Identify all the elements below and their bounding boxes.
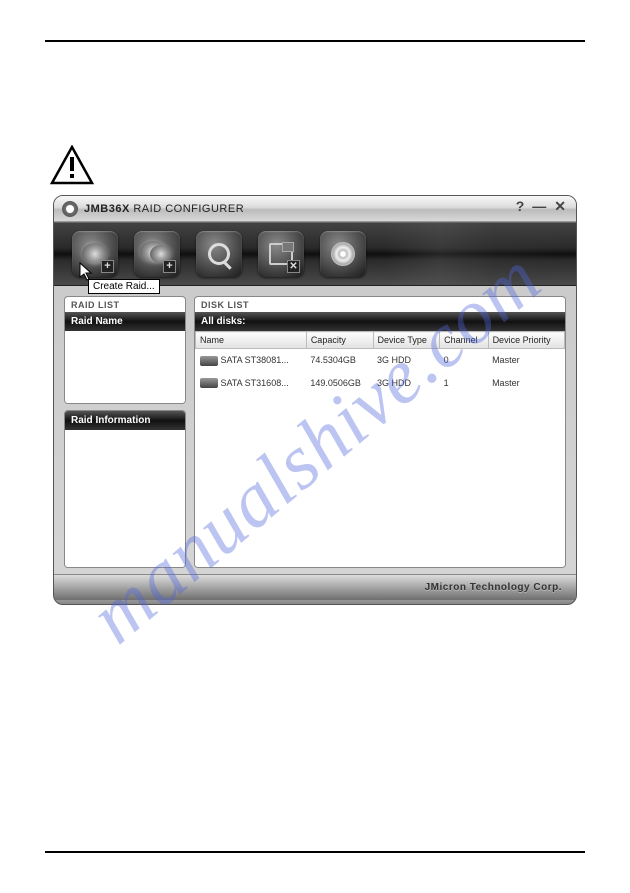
create-raid-from-button[interactable]: + <box>134 231 180 277</box>
cd-icon <box>331 242 355 266</box>
hdd-icon <box>200 356 218 366</box>
cell-device-type: 3G HDD <box>373 349 440 372</box>
cell-priority: Master <box>488 372 564 395</box>
content-area: Raid List Raid Name Raid Information Dis… <box>54 286 576 574</box>
disk-table-body[interactable]: Name Capacity Device Type Channel Device… <box>195 331 565 567</box>
cell-channel: 1 <box>440 372 488 395</box>
raid-info-body[interactable] <box>65 430 185 567</box>
all-disks-header: All disks: <box>195 312 565 331</box>
footer: JMicron Technology Corp. <box>54 574 576 600</box>
raid-list-panel: Raid List Raid Name <box>64 296 186 404</box>
col-device-type[interactable]: Device Type <box>373 332 440 349</box>
disk-list-title: Disk List <box>195 297 565 312</box>
badge-icon: ✕ <box>287 260 300 273</box>
close-button[interactable]: ✕ <box>554 198 566 215</box>
page-rule-bottom <box>45 851 585 853</box>
disc-button[interactable] <box>320 231 366 277</box>
plus-icon: + <box>101 260 114 273</box>
col-channel[interactable]: Channel <box>440 332 488 349</box>
plus-icon: + <box>163 260 176 273</box>
raid-info-panel: Raid Information <box>64 410 186 568</box>
create-raid-button[interactable]: + <box>72 231 118 277</box>
raid-list-title: Raid List <box>65 297 185 312</box>
window-title: JMB36X RAID CONFIGURER <box>84 203 244 215</box>
raid-info-header: Raid Information <box>65 411 185 430</box>
title-rest: RAID CONFIGURER <box>130 203 244 215</box>
toolbar: + + ✕ Create Raid... <box>54 222 576 286</box>
toolbar-tooltip: Create Raid... <box>88 279 160 294</box>
footer-text: JMicron Technology Corp. <box>425 582 562 593</box>
raid-name-header: Raid Name <box>65 312 185 331</box>
col-priority[interactable]: Device Priority <box>488 332 564 349</box>
app-logo-icon <box>62 201 78 217</box>
disk-table: Name Capacity Device Type Channel Device… <box>195 331 565 394</box>
cell-device-type: 3G HDD <box>373 372 440 395</box>
hdd-icon <box>200 378 218 388</box>
title-bold: JMB36X <box>84 203 130 215</box>
help-button[interactable]: ? <box>516 198 525 215</box>
save-button[interactable]: ✕ <box>258 231 304 277</box>
cell-channel: 0 <box>440 349 488 372</box>
cell-name: SATA ST31608... <box>221 378 289 388</box>
rescan-button[interactable] <box>196 231 242 277</box>
titlebar[interactable]: JMB36X RAID CONFIGURER ? — ✕ <box>54 196 576 222</box>
col-capacity[interactable]: Capacity <box>306 332 373 349</box>
col-name[interactable]: Name <box>196 332 307 349</box>
table-row[interactable]: SATA ST31608... 149.0506GB 3G HDD 1 Mast… <box>196 372 565 395</box>
cell-capacity: 74.5304GB <box>306 349 373 372</box>
raid-list-body[interactable] <box>65 331 185 403</box>
magnifier-icon <box>208 243 230 265</box>
cell-name: SATA ST38081... <box>221 355 289 365</box>
cell-capacity: 149.0506GB <box>306 372 373 395</box>
raid-configurer-window: JMB36X RAID CONFIGURER ? — ✕ + + ✕ <box>53 195 577 605</box>
warning-icon <box>50 145 94 190</box>
page-rule-top <box>45 40 585 42</box>
minimize-button[interactable]: — <box>532 198 546 215</box>
table-row[interactable]: SATA ST38081... 74.5304GB 3G HDD 0 Maste… <box>196 349 565 372</box>
cell-priority: Master <box>488 349 564 372</box>
disk-list-panel: Disk List All disks: Name Capacity Devic… <box>194 296 566 568</box>
